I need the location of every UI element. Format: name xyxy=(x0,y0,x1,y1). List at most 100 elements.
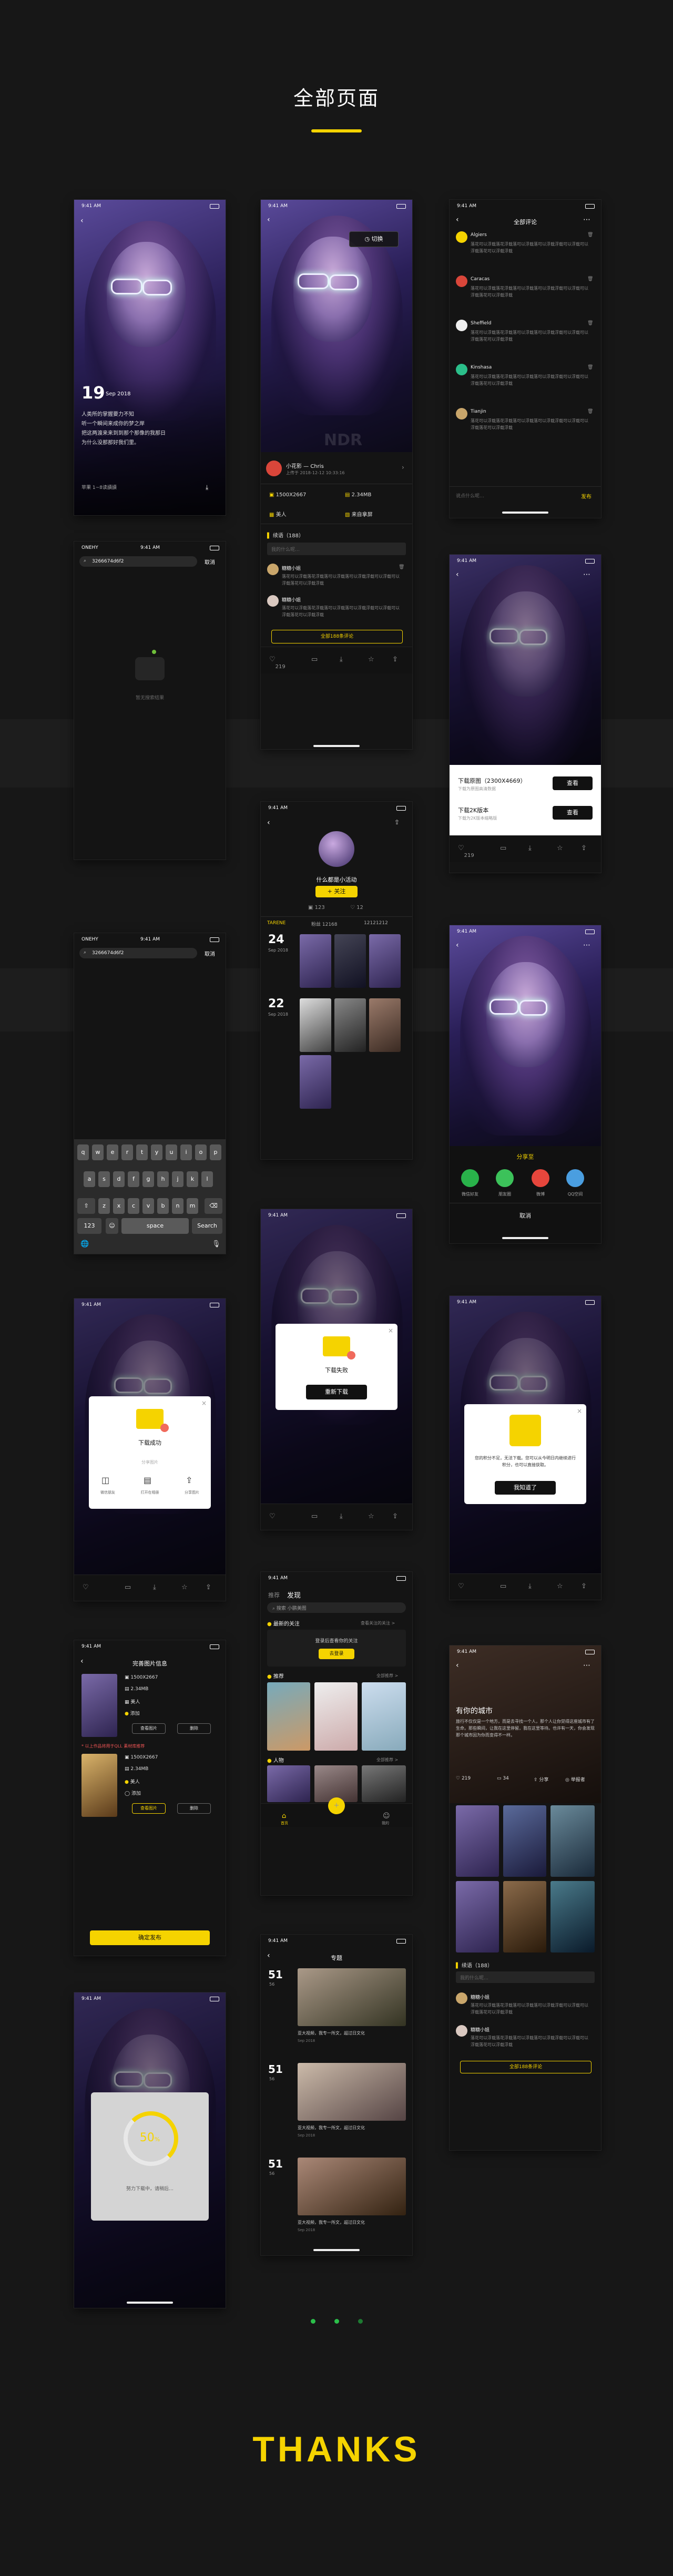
more-link[interactable]: 全部推荐 > xyxy=(376,1757,398,1763)
key-x[interactable]: x xyxy=(113,1198,125,1214)
download-icon[interactable]: ⤓ xyxy=(340,656,343,663)
wechat-icon[interactable]: ◫ xyxy=(101,1475,109,1485)
switch-toast[interactable]: ◷ 切换 xyxy=(349,231,399,247)
key-o[interactable]: o xyxy=(195,1144,207,1160)
trash-icon[interactable]: 🗑 xyxy=(587,409,593,414)
close-icon[interactable]: × xyxy=(388,1327,393,1334)
recommend-thumb[interactable] xyxy=(267,1682,310,1751)
globe-icon[interactable]: 🌐 xyxy=(80,1240,89,1248)
back-icon[interactable]: ‹ xyxy=(456,1661,459,1670)
comment-input[interactable]: 我的什么呢… xyxy=(456,1971,595,1983)
key-q[interactable]: q xyxy=(77,1144,89,1160)
weibo-icon[interactable] xyxy=(532,1169,549,1187)
view-image-button[interactable]: 查看图片 xyxy=(132,1803,166,1814)
key-d[interactable]: d xyxy=(113,1171,125,1187)
topic-thumb[interactable] xyxy=(550,1881,595,1953)
comment-icon[interactable]: ▭ xyxy=(500,1582,506,1590)
star-icon[interactable]: ☆ xyxy=(368,656,374,663)
like-button[interactable]: ♡ 219 xyxy=(269,656,285,670)
report-button[interactable]: ◎ 举报者 xyxy=(565,1776,585,1783)
key-k[interactable]: k xyxy=(187,1171,198,1187)
delete-button[interactable]: 删除 xyxy=(177,1803,211,1814)
delete-key[interactable]: ⌫ xyxy=(205,1198,222,1214)
wechat-icon[interactable] xyxy=(461,1169,479,1187)
key-l[interactable]: l xyxy=(201,1171,213,1187)
comment-input[interactable]: 说点什么呢… xyxy=(456,492,484,499)
gallery-thumb[interactable] xyxy=(300,998,331,1052)
back-icon[interactable]: ‹ xyxy=(267,216,270,224)
qzone-icon[interactable] xyxy=(566,1169,584,1187)
download-original-button[interactable]: 查看 xyxy=(553,776,593,790)
chevron-right-icon[interactable]: › xyxy=(402,464,404,471)
star-icon[interactable]: ☆ xyxy=(181,1583,188,1591)
trash-icon[interactable]: 🗑 xyxy=(399,565,404,570)
profile-tab[interactable]: ☺ xyxy=(383,1812,390,1820)
key-g[interactable]: g xyxy=(142,1171,154,1187)
follow-button[interactable]: + 关注 xyxy=(315,886,358,897)
key-t[interactable]: t xyxy=(136,1144,148,1160)
key-p[interactable]: p xyxy=(210,1144,221,1160)
key-w[interactable]: w xyxy=(92,1144,104,1160)
download-icon[interactable]: ⤓ xyxy=(528,844,532,852)
topic-thumb[interactable] xyxy=(456,1805,499,1877)
key-c[interactable]: c xyxy=(128,1198,139,1214)
close-icon[interactable]: × xyxy=(577,1407,582,1415)
more-link[interactable]: 查看关注的关注 > xyxy=(361,1620,395,1626)
gallery-thumb[interactable] xyxy=(369,934,401,988)
topic-thumb[interactable] xyxy=(456,1881,499,1953)
emoji-key[interactable]: ☺ xyxy=(106,1218,118,1234)
tab-recommend[interactable]: 推荐 xyxy=(268,1591,280,1599)
back-icon[interactable]: ‹ xyxy=(456,941,459,949)
gallery-thumb[interactable] xyxy=(300,1055,331,1109)
login-button[interactable]: 去登录 xyxy=(319,1649,354,1659)
comment-input[interactable]: 我的什么呢… xyxy=(267,543,406,555)
star-icon[interactable]: ☆ xyxy=(557,844,563,852)
share-icon[interactable]: ⇪ xyxy=(186,1475,192,1485)
tab-works[interactable]: TARENE xyxy=(267,921,285,926)
share-button[interactable]: ⇪ 分享 xyxy=(534,1776,548,1783)
more-icon[interactable]: ⋯ xyxy=(583,216,590,224)
search-input[interactable]: ⌕ 搜索 小鹏美图 xyxy=(267,1602,406,1613)
gallery-thumb[interactable] xyxy=(334,934,366,988)
all-comments-button[interactable]: 全部188条评论 xyxy=(271,630,403,643)
trash-icon[interactable]: 🗑 xyxy=(587,365,593,370)
trash-icon[interactable]: 🗑 xyxy=(587,232,593,238)
key-e[interactable]: e xyxy=(107,1144,118,1160)
trash-icon[interactable]: 🗑 xyxy=(587,277,593,282)
key-b[interactable]: b xyxy=(157,1198,169,1214)
comment-count[interactable]: ▭ 34 xyxy=(497,1776,509,1781)
key-v[interactable]: v xyxy=(142,1198,154,1214)
more-link[interactable]: 全部推荐 > xyxy=(376,1673,398,1679)
share-icon[interactable]: ⇪ xyxy=(392,1512,398,1520)
download-icon[interactable]: ⤓ xyxy=(153,1583,156,1591)
key-n[interactable]: n xyxy=(172,1198,183,1214)
like-button[interactable]: ♡ xyxy=(458,1582,464,1590)
more-icon[interactable]: ⋯ xyxy=(583,570,590,579)
download-2k-button[interactable]: 查看 xyxy=(553,806,593,820)
recommend-thumb[interactable] xyxy=(362,1682,406,1751)
more-icon[interactable]: ⋯ xyxy=(583,1661,590,1670)
send-button[interactable]: 发布 xyxy=(581,492,592,500)
key-f[interactable]: f xyxy=(128,1171,139,1187)
key-y[interactable]: y xyxy=(151,1144,162,1160)
star-icon[interactable]: ☆ xyxy=(557,1582,563,1590)
tab-fans[interactable]: 粉丝 12168 xyxy=(311,921,338,927)
comment-icon[interactable]: ▭ xyxy=(311,656,318,663)
trash-icon[interactable]: 🗑 xyxy=(587,321,593,326)
share-icon[interactable]: ⇪ xyxy=(392,656,398,663)
submit-button[interactable]: 确定发布 xyxy=(90,1930,210,1945)
space-key[interactable]: space xyxy=(121,1218,189,1234)
key-z[interactable]: z xyxy=(98,1198,110,1214)
delete-button[interactable]: 删除 xyxy=(177,1723,211,1734)
like-button[interactable]: ♡ xyxy=(83,1583,89,1591)
key-h[interactable]: h xyxy=(157,1171,169,1187)
close-icon[interactable]: × xyxy=(201,1399,207,1407)
star-icon[interactable]: ☆ xyxy=(368,1512,374,1520)
like-button[interactable]: ♡ xyxy=(269,1512,276,1520)
download-icon[interactable]: ⤓ xyxy=(206,484,208,492)
download-icon[interactable]: ⤓ xyxy=(340,1512,343,1520)
topic-thumb[interactable] xyxy=(298,1968,406,2026)
key-a[interactable]: a xyxy=(84,1171,95,1187)
number-key[interactable]: 123 xyxy=(77,1218,101,1234)
avatar[interactable] xyxy=(266,461,282,476)
